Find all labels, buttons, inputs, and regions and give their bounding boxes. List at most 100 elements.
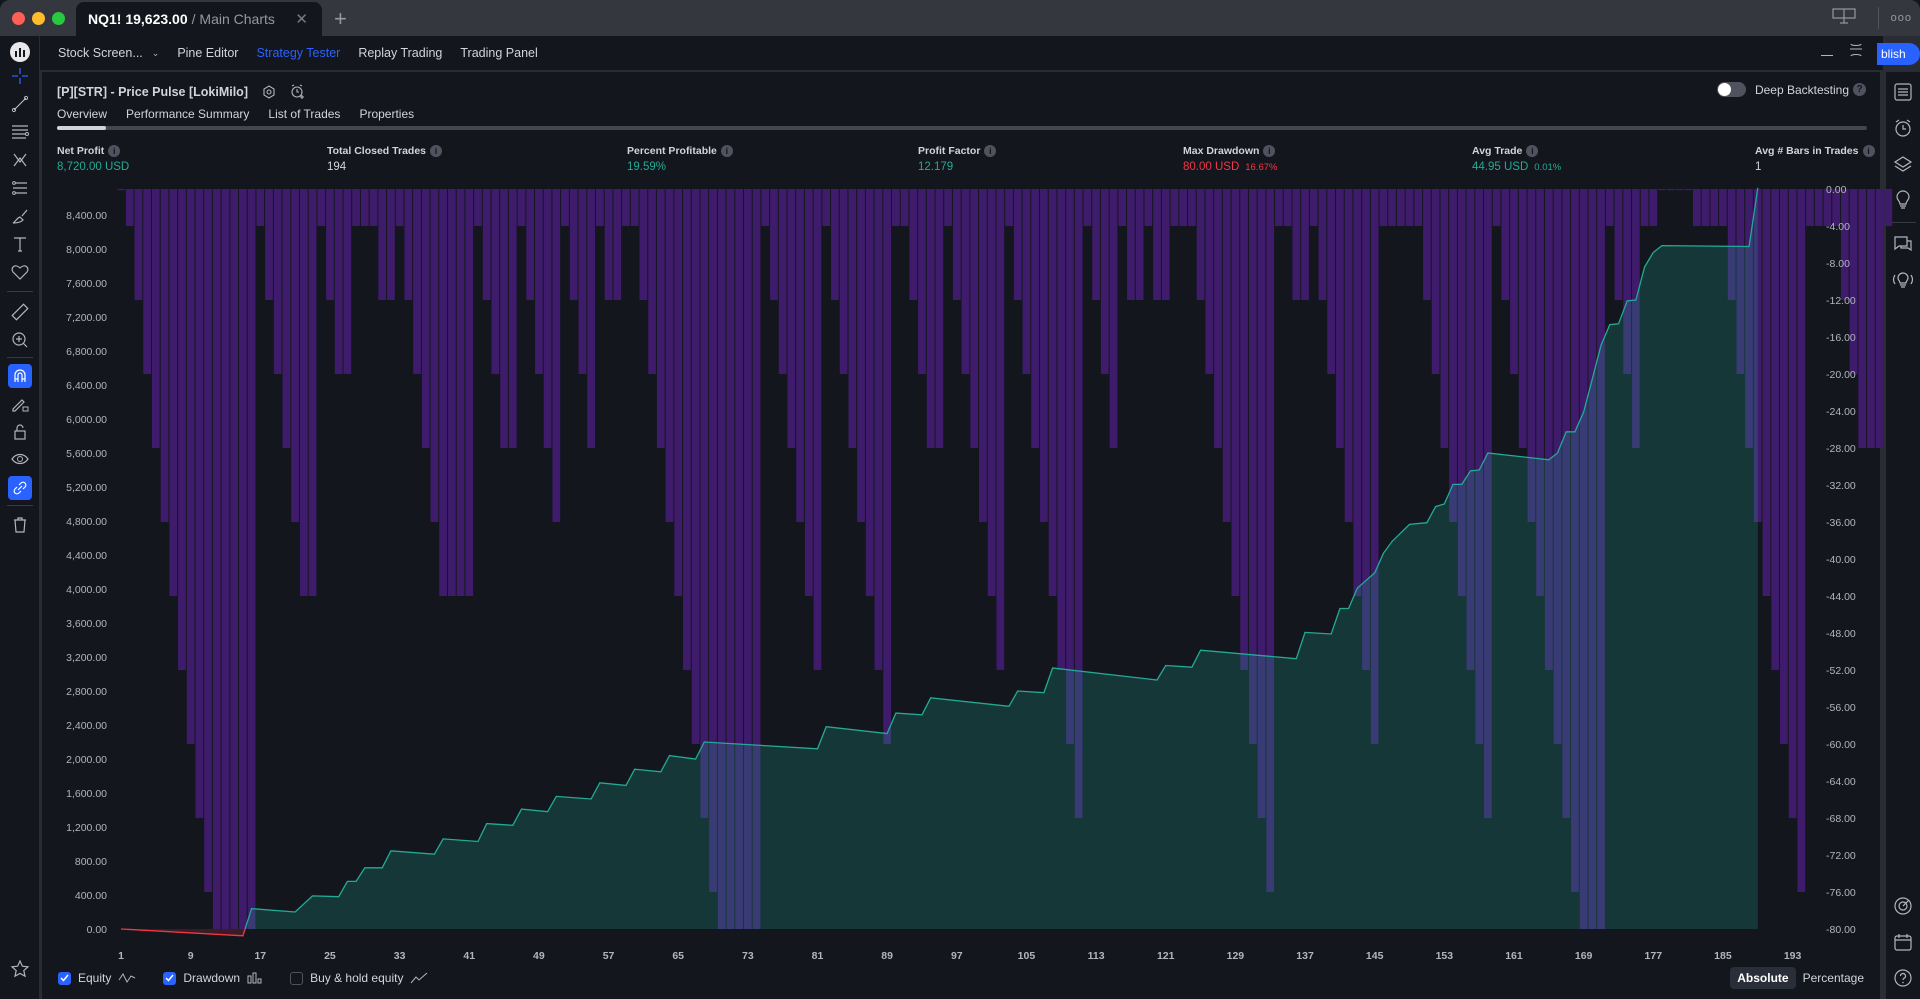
deep-backtesting-toggle[interactable] (1716, 82, 1746, 97)
streams-broadcast-icon[interactable] (1891, 268, 1915, 292)
lock-icon[interactable] (8, 420, 32, 444)
add-alert-icon[interactable] (290, 84, 305, 99)
info-icon[interactable]: i (108, 145, 121, 157)
legend-drawdown-label: Drawdown (183, 971, 241, 985)
publish-button[interactable]: blish (1877, 43, 1920, 65)
metric-avg-trade: Avg Trade i 44.95 USD 0.01% (1472, 145, 1561, 173)
info-icon[interactable]: i (1263, 145, 1276, 157)
drawdown-bar (265, 189, 273, 300)
nav-trading-panel[interactable]: Trading Panel (460, 46, 537, 60)
drawdown-bar (1658, 189, 1666, 191)
info-icon[interactable]: i (1526, 145, 1539, 157)
tab-list-of-trades[interactable]: List of Trades (268, 107, 340, 127)
nav-pine-editor[interactable]: Pine Editor (177, 46, 238, 60)
drawdown-bar (1423, 189, 1431, 300)
drawdown-bar (1240, 189, 1248, 670)
close-window-button[interactable] (12, 12, 25, 25)
nav-stock-screener[interactable]: Stock Screen... ⌄ (58, 46, 159, 60)
nav-strategy-tester[interactable]: Strategy Tester (256, 46, 340, 60)
metric-label: Net Profit (57, 145, 105, 157)
chevron-down-icon: ⌄ (151, 47, 160, 58)
left-axis-tick-label: 8,400.00 (66, 210, 107, 222)
toolbar-divider (7, 291, 33, 292)
maximize-panel-icon[interactable] (1849, 42, 1863, 61)
drawdown-bar (343, 189, 352, 374)
minimize-window-button[interactable] (32, 12, 45, 25)
drawdown-bar (1771, 189, 1780, 670)
ideas-lightbulb-icon[interactable] (1891, 188, 1915, 212)
nav-replay-trading[interactable]: Replay Trading (358, 46, 442, 60)
tab-properties[interactable]: Properties (359, 107, 414, 127)
help-question-icon[interactable]: ? (1853, 83, 1866, 96)
drawdown-bar (1144, 189, 1153, 226)
crosshair-icon[interactable] (8, 64, 32, 88)
object-tree-layers-icon[interactable] (1891, 152, 1915, 176)
more-options-icon[interactable]: ooo (1891, 12, 1912, 24)
info-icon[interactable]: i (984, 145, 997, 157)
brush-icon[interactable] (8, 204, 32, 228)
forecasting-icon[interactable] (8, 176, 32, 200)
help-icon[interactable] (1891, 966, 1915, 990)
close-tab-icon[interactable]: ✕ (295, 10, 308, 28)
watchlist-icon[interactable] (1891, 80, 1915, 104)
drawdown-bar (1719, 189, 1727, 226)
info-icon[interactable]: i (1862, 145, 1875, 157)
new-tab-button[interactable]: + (334, 6, 347, 32)
zoom-in-icon[interactable] (8, 328, 32, 352)
drawdown-bar (1275, 189, 1283, 226)
equity-checkbox[interactable] (58, 971, 71, 985)
drawdown-bar (1684, 189, 1692, 191)
drawdown-bar (1797, 189, 1806, 892)
tabs-scrollbar[interactable] (57, 126, 1867, 130)
minimize-panel-icon[interactable] (1821, 46, 1833, 56)
legend-drawdown[interactable]: Drawdown (163, 971, 263, 985)
x-axis-tick-label: 25 (324, 950, 336, 962)
magnet-mode-icon[interactable] (8, 364, 32, 388)
chat-icon[interactable] (1891, 232, 1915, 256)
link-sync-icon[interactable] (8, 476, 32, 500)
tab-performance-summary[interactable]: Performance Summary (126, 107, 249, 127)
legend-buy-hold[interactable]: Buy & hold equity (290, 971, 428, 985)
drawdown-bar (648, 189, 656, 374)
lock-drawings-pencil-icon[interactable] (8, 392, 32, 416)
active-tab-indicator (57, 126, 106, 130)
drawdown-bar (1161, 189, 1170, 300)
right-axis-tick-label: -36.00 (1826, 517, 1856, 529)
info-icon[interactable]: i (720, 145, 733, 157)
watchlist-star-icon[interactable] (8, 957, 32, 981)
mode-absolute[interactable]: Absolute (1730, 967, 1796, 989)
drawdown-bar (143, 189, 151, 374)
x-axis-tick-label: 97 (951, 950, 963, 962)
alerts-clock-icon[interactable] (1891, 116, 1915, 140)
scale-mode-switch: Absolute Percentage (1730, 967, 1871, 989)
zoom-window-button[interactable] (52, 12, 65, 25)
drawdown-bar (1283, 189, 1292, 226)
settings-gear-icon[interactable] (262, 84, 276, 99)
right-axis-tick-label: -28.00 (1826, 443, 1856, 455)
hotlists-target-icon[interactable] (1891, 894, 1915, 918)
buy-hold-checkbox[interactable] (290, 971, 304, 985)
pattern-tool-icon[interactable] (8, 148, 32, 172)
legend-equity[interactable]: Equity (58, 971, 136, 985)
trash-icon[interactable] (8, 513, 32, 537)
mode-percentage[interactable]: Percentage (1796, 967, 1871, 989)
drawdown-bar (1867, 189, 1875, 448)
fib-retracement-icon[interactable] (8, 120, 32, 144)
left-axis-tick-label: 4,800.00 (66, 516, 107, 528)
drawdown-checkbox[interactable] (163, 971, 177, 985)
browser-tab-main-charts[interactable]: NQ1! 19,623.00 / Main Charts ✕ (76, 2, 322, 36)
drawdown-bar (1762, 189, 1771, 596)
layout-icon[interactable] (1832, 7, 1856, 29)
drawdown-bar (1692, 189, 1701, 226)
calendar-icon[interactable] (1891, 930, 1915, 954)
trend-line-icon[interactable] (8, 92, 32, 116)
hide-drawings-eye-icon[interactable] (8, 448, 32, 472)
favorites-heart-icon[interactable] (8, 260, 32, 284)
text-tool-icon[interactable] (8, 232, 32, 256)
ruler-icon[interactable] (8, 300, 32, 324)
nav-stock-screener-label: Stock Screen... (58, 46, 143, 60)
info-icon[interactable]: i (430, 145, 442, 157)
tab-overview[interactable]: Overview (57, 107, 107, 127)
tradingview-logo[interactable] (8, 40, 32, 64)
drawdown-bar (1518, 189, 1527, 448)
